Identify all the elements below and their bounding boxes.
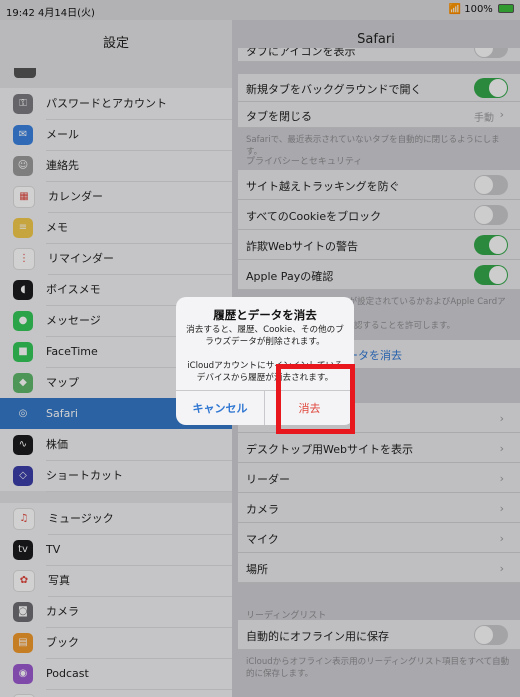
alert-title: 履歴とデータを消去 [213,308,317,322]
cancel-button[interactable]: キャンセル [176,391,265,425]
highlight-box [276,364,355,434]
